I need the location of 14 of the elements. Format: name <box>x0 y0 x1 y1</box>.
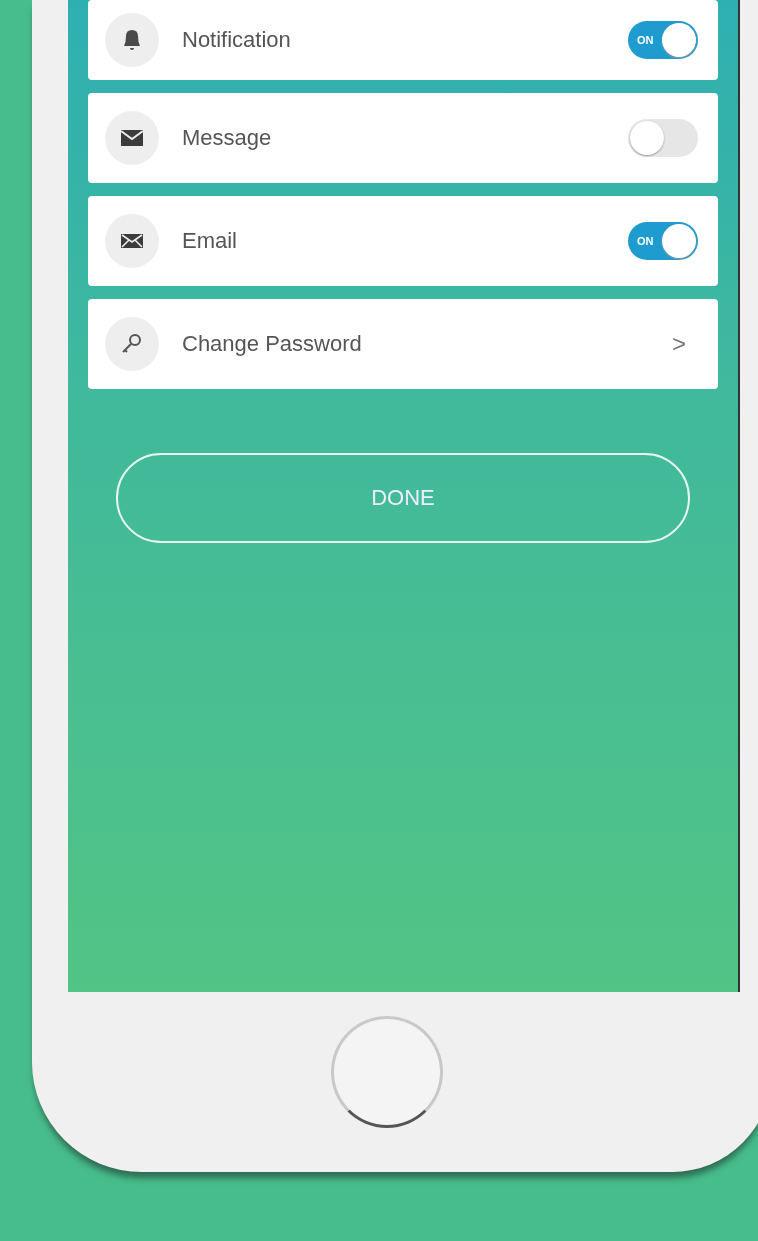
settings-row[interactable]: Notification ON <box>88 0 718 80</box>
key-icon <box>104 316 160 372</box>
settings-row[interactable]: Message <box>88 93 718 183</box>
setting-label: Notification <box>182 27 292 53</box>
settings-row[interactable]: Change Password > <box>88 299 718 389</box>
setting-label: Change Password <box>182 331 363 357</box>
setting-label: Message <box>182 125 273 151</box>
envelope-icon <box>104 213 160 269</box>
toggle-switch[interactable] <box>628 119 698 157</box>
chevron-icon: > <box>672 330 686 358</box>
bell-icon <box>104 12 160 68</box>
settings-row[interactable]: Email ON <box>88 196 718 286</box>
envelope-icon <box>104 110 160 166</box>
setting-label: Email <box>182 228 238 254</box>
